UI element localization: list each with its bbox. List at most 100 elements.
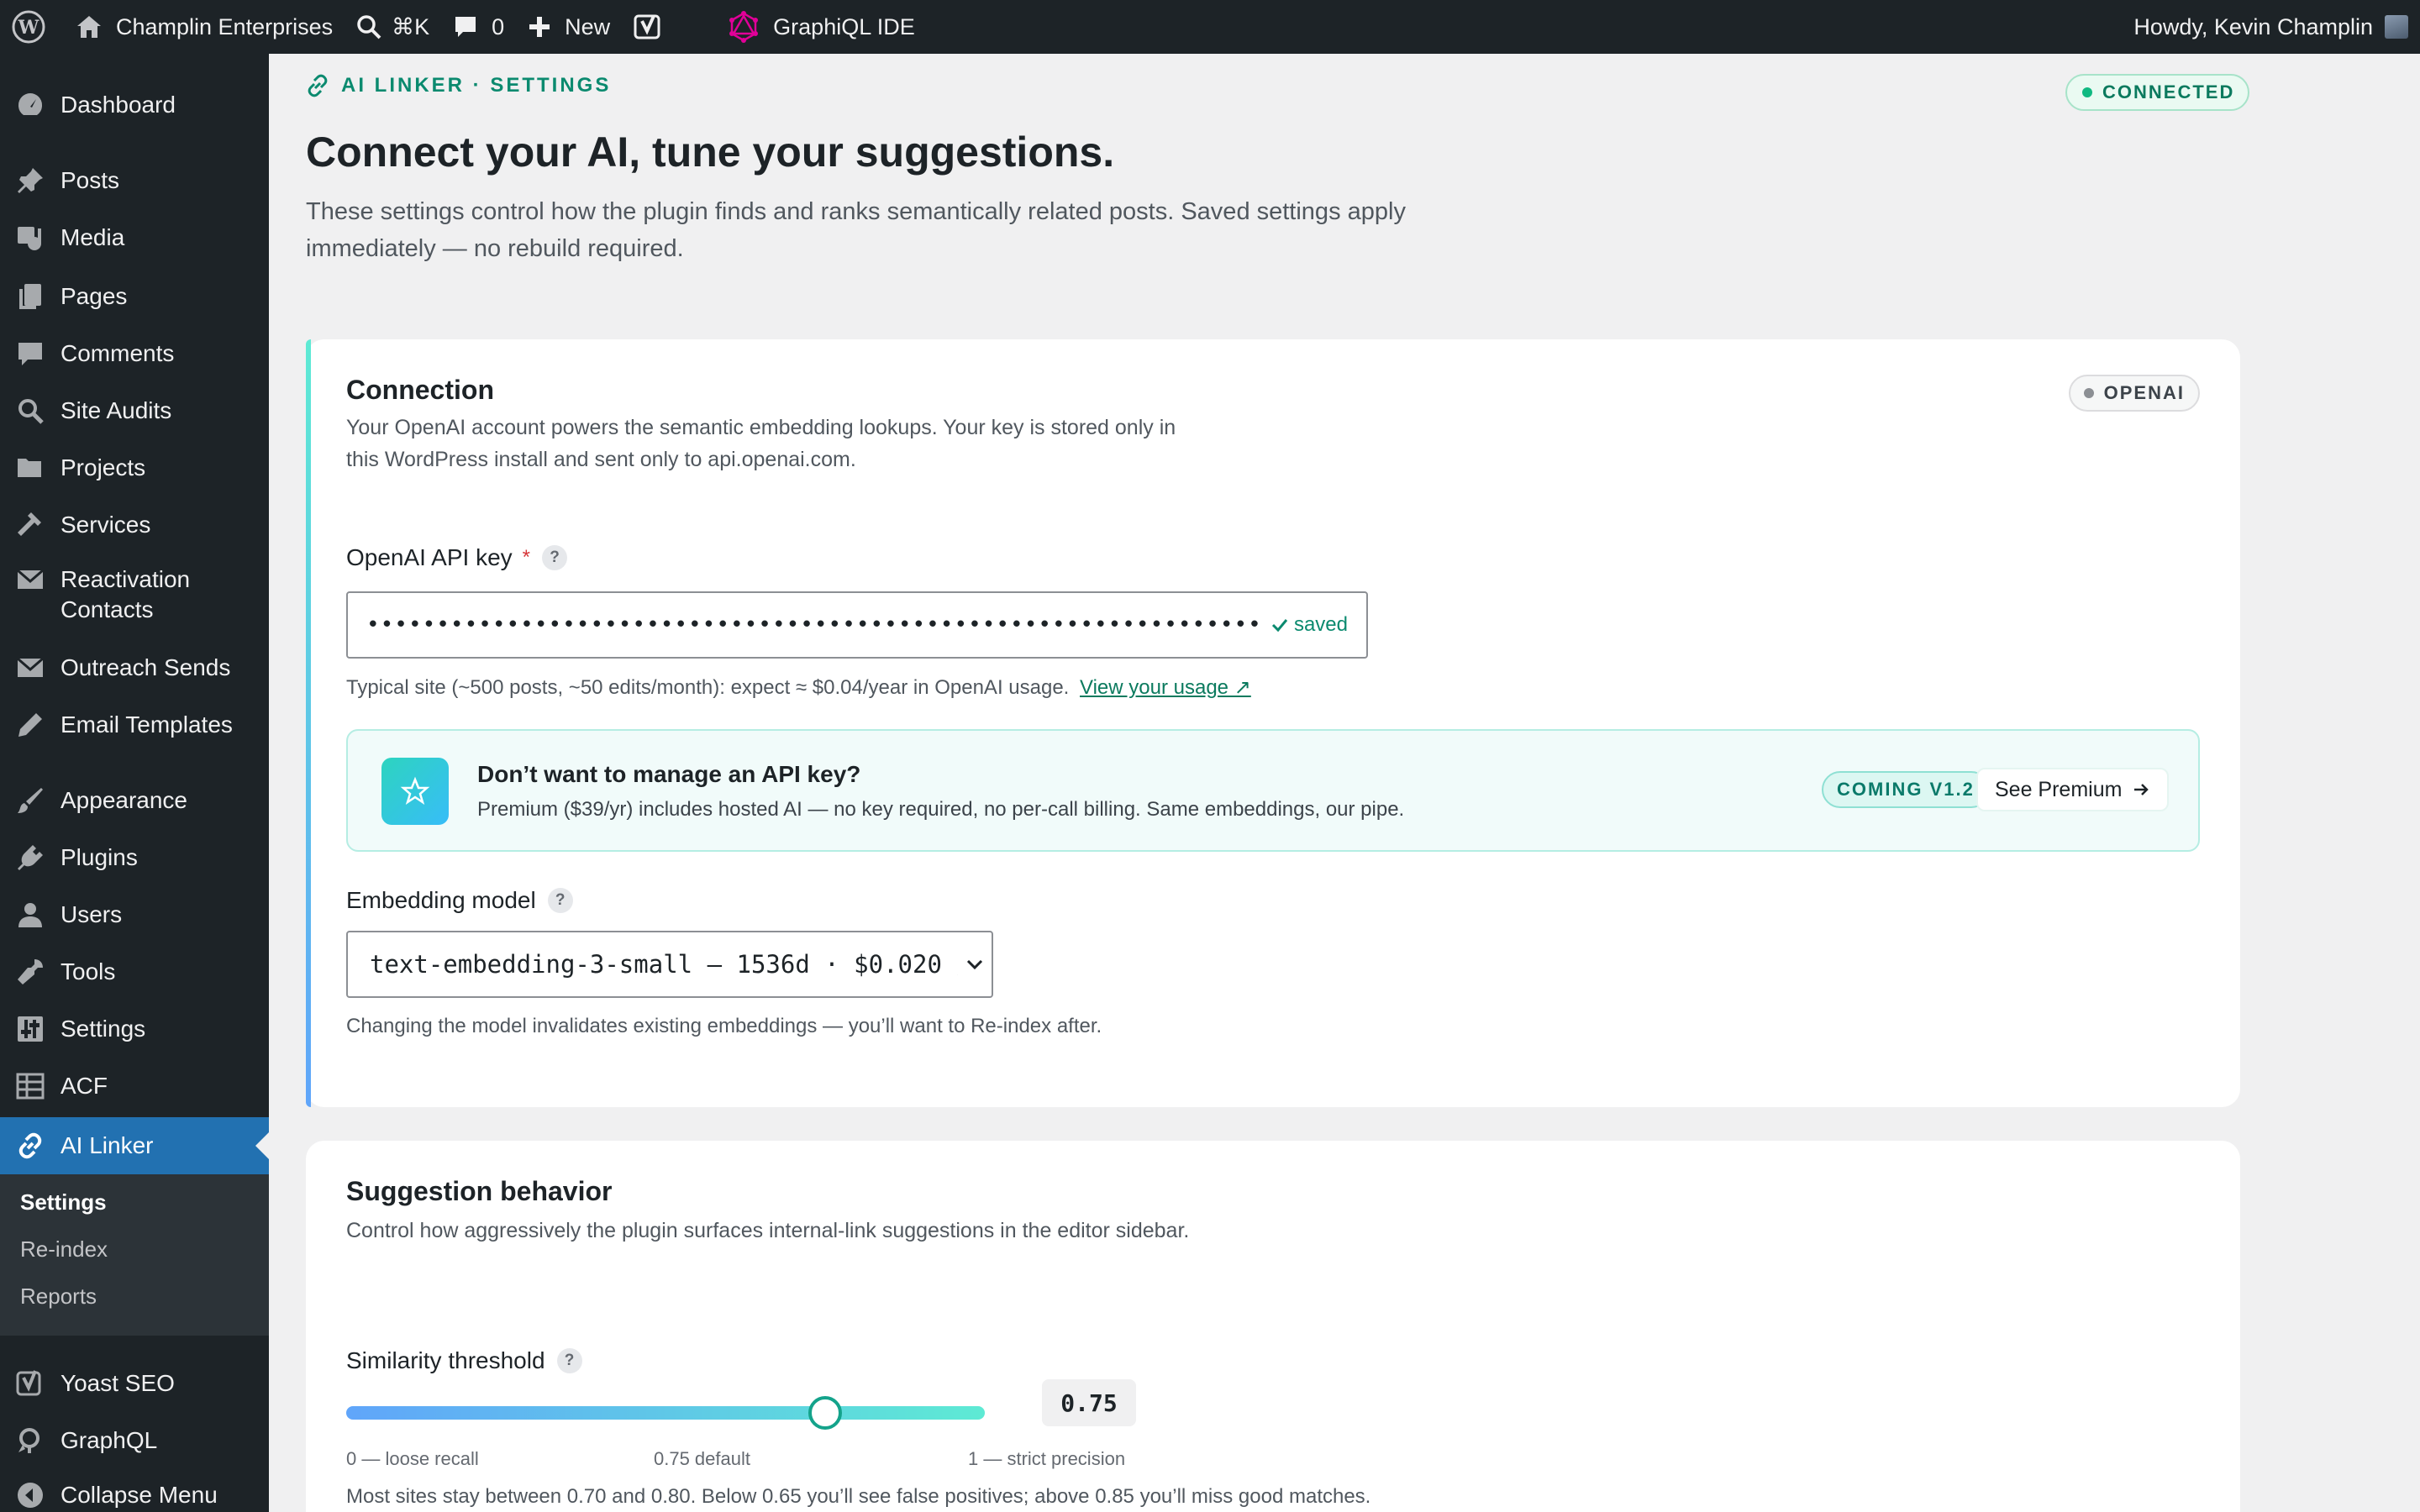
embedding-model-help-icon[interactable]: ? <box>547 888 573 913</box>
page-title: Connect your AI, tune your suggestions. <box>306 129 1115 176</box>
slider-thumb[interactable] <box>808 1396 842 1430</box>
media-icon <box>15 223 45 253</box>
sidebar-item-settings[interactable]: Settings <box>0 1008 269 1050</box>
ai-linker-submenu: Settings Re-index Reports <box>0 1174 269 1336</box>
dashboard-icon <box>15 90 45 120</box>
api-key-hint: Typical site (~500 posts, ~50 edits/mont… <box>346 675 1251 700</box>
embedding-model-label-text: Embedding model <box>346 887 536 913</box>
svg-text:W: W <box>18 17 39 39</box>
sidebar-item-comments[interactable]: Comments <box>0 333 269 375</box>
comments-link[interactable]: 0 <box>441 0 516 54</box>
breadcrumb: AI LINKER · SETTINGS <box>306 74 611 97</box>
tick-default-label: 0.75 default <box>654 1448 750 1469</box>
admin-bar: W Champlin Enterprises ⌘K 0 New GraphiQL… <box>0 0 2420 54</box>
submenu-item-reindex[interactable]: Re-index <box>20 1236 108 1263</box>
link-icon <box>15 1131 45 1161</box>
connection-description: Your OpenAI account powers the semantic … <box>346 416 1176 471</box>
sidebar-item-media[interactable]: Media <box>0 217 269 259</box>
sidebar-item-label: Reactivation Contacts <box>60 566 191 622</box>
similarity-threshold-slider[interactable] <box>346 1396 985 1430</box>
new-label: New <box>565 13 611 39</box>
similarity-threshold-label-text: Similarity threshold <box>346 1347 545 1373</box>
plugin-icon <box>15 843 45 873</box>
star-icon <box>400 776 430 805</box>
brush-icon <box>15 785 45 816</box>
search-shortcut: ⌘K <box>392 13 430 39</box>
arrow-right-icon <box>2134 784 2149 795</box>
graphiql-label: GraphiQL IDE <box>773 13 915 39</box>
sidebar-item-plugins[interactable]: Plugins <box>0 837 269 879</box>
sidebar-item-label: Users <box>60 901 123 927</box>
link-icon <box>308 74 328 97</box>
site-name: Champlin Enterprises <box>116 13 334 39</box>
sidebar-item-label: Services <box>60 512 151 538</box>
see-premium-button[interactable]: See Premium <box>1976 768 2170 811</box>
sidebar-item-outreach-sends[interactable]: Outreach Sends <box>0 647 269 689</box>
sidebar-item-graphql[interactable]: GraphQL <box>0 1420 269 1462</box>
similarity-threshold-help-icon[interactable]: ? <box>556 1348 582 1373</box>
sidebar-item-label: Email Templates <box>60 711 233 738</box>
yoast-icon <box>634 14 660 39</box>
status-text: CONNECTED <box>2102 81 2235 102</box>
embedding-model-value: text-embedding-3-small — 1536d · $0.020 … <box>370 950 958 979</box>
comment-icon <box>455 17 476 37</box>
collapse-menu-button[interactable]: Collapse Menu <box>0 1477 269 1512</box>
similarity-threshold-hint: Most sites stay between 0.70 and 0.80. B… <box>346 1485 1371 1508</box>
sidebar-item-reactivation-contacts[interactable]: Reactivation Contacts <box>0 561 269 628</box>
sliders-icon <box>15 1014 45 1044</box>
api-key-help-icon[interactable]: ? <box>542 545 568 570</box>
tick-max-label: 1 — strict precision <box>968 1448 1126 1469</box>
sidebar-item-posts[interactable]: Posts <box>0 160 269 202</box>
folder-icon <box>15 453 45 483</box>
sidebar-item-services[interactable]: Services <box>0 504 269 546</box>
chevron-down-icon <box>958 954 992 974</box>
search-icon <box>357 15 381 39</box>
new-content-button[interactable]: New <box>516 0 622 54</box>
embedding-model-label: Embedding model ? <box>346 887 573 914</box>
sidebar-item-projects[interactable]: Projects <box>0 447 269 489</box>
sidebar-item-email-templates[interactable]: Email Templates <box>0 704 269 746</box>
sidebar-item-yoast-seo[interactable]: Yoast SEO <box>0 1362 269 1404</box>
status-dot <box>2082 87 2092 97</box>
connection-card: Connection Your OpenAI account powers th… <box>306 339 2240 1107</box>
yoast-admin-button[interactable] <box>622 0 674 54</box>
tick-min-label: 0 — loose recall <box>346 1448 479 1469</box>
sidebar-item-label: Posts <box>60 167 120 193</box>
graphiql-ide-link[interactable]: GraphiQL IDE <box>716 0 927 54</box>
envelope-icon <box>15 564 45 595</box>
main-content: AI LINKER · SETTINGS CONNECTED Connect y… <box>269 54 2420 1512</box>
connection-status-badge: CONNECTED <box>2065 74 2250 111</box>
submenu-item-reports[interactable]: Reports <box>20 1284 97 1310</box>
sidebar-item-acf[interactable]: ACF <box>0 1065 269 1107</box>
sidebar-item-label: Dashboard <box>60 92 176 118</box>
plus-icon <box>529 17 550 37</box>
api-key-input[interactable]: ••••••••••••••••••••••••••••••••••••••••… <box>346 591 1368 659</box>
collapse-icon <box>15 1480 45 1510</box>
comment-icon <box>15 339 45 369</box>
sidebar-item-site-audits[interactable]: Site Audits <box>0 390 269 432</box>
sidebar-item-label: Plugins <box>60 844 138 870</box>
sidebar-item-tools[interactable]: Tools <box>0 951 269 993</box>
sidebar-item-label: Collapse Menu <box>60 1482 218 1508</box>
user-account-menu[interactable]: Howdy, Kevin Champlin <box>2122 0 2420 54</box>
sidebar-item-label: AI Linker <box>60 1132 154 1158</box>
site-name-link[interactable]: Champlin Enterprises <box>64 0 345 54</box>
sidebar-item-users[interactable]: Users <box>0 894 269 936</box>
view-usage-link[interactable]: View your usage ↗ <box>1080 676 1251 699</box>
sidebar-item-dashboard[interactable]: Dashboard <box>0 84 269 126</box>
required-marker: * <box>522 546 531 569</box>
wordpress-logo-button[interactable]: W <box>0 0 64 54</box>
search-button[interactable]: ⌘K <box>345 0 441 54</box>
sidebar-item-label: Outreach Sends <box>60 654 231 680</box>
sidebar-item-appearance[interactable]: Appearance <box>0 780 269 822</box>
connection-title: Connection <box>346 375 494 405</box>
sidebar-item-label: Tools <box>60 958 116 984</box>
api-key-label-text: OpenAI API key <box>346 544 513 570</box>
submenu-item-settings[interactable]: Settings <box>20 1189 107 1215</box>
premium-icon-tile <box>381 758 449 825</box>
sidebar-item-pages[interactable]: Pages <box>0 276 269 318</box>
similarity-threshold-label: Similarity threshold ? <box>346 1347 582 1374</box>
envelope-icon <box>15 653 45 683</box>
embedding-model-select[interactable]: text-embedding-3-small — 1536d · $0.020 … <box>346 931 993 998</box>
sidebar-item-ai-linker[interactable]: AI Linker <box>0 1117 269 1174</box>
